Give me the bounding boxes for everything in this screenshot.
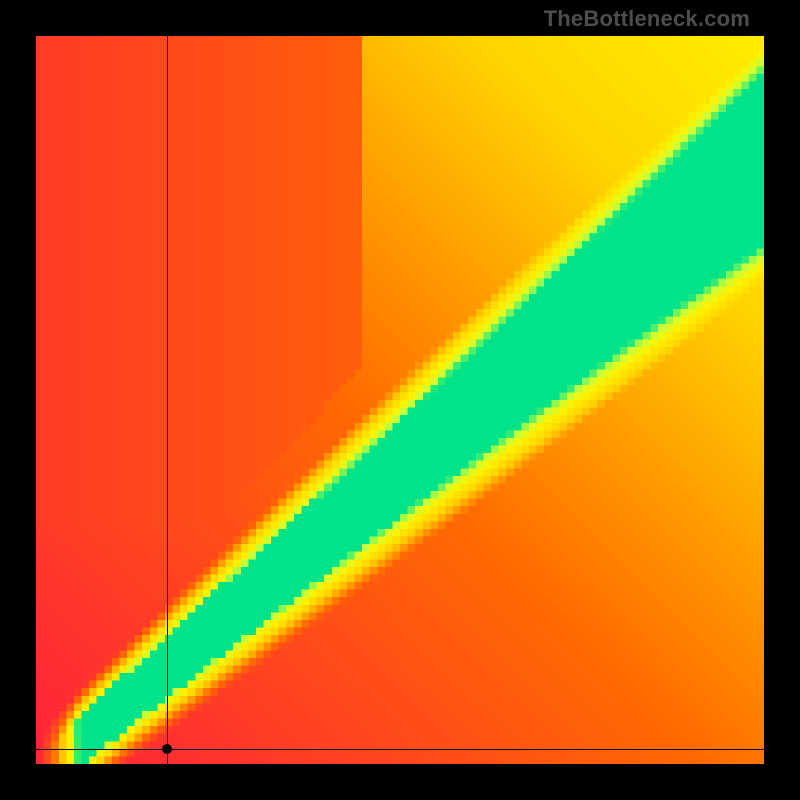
heatmap-canvas [36,36,764,764]
attribution-label: TheBottleneck.com [544,6,750,32]
chart-frame: TheBottleneck.com [0,0,800,800]
crosshair-vertical [167,36,169,764]
heatmap-plot [36,36,764,764]
marker-point [162,744,172,754]
crosshair-horizontal [36,749,764,751]
